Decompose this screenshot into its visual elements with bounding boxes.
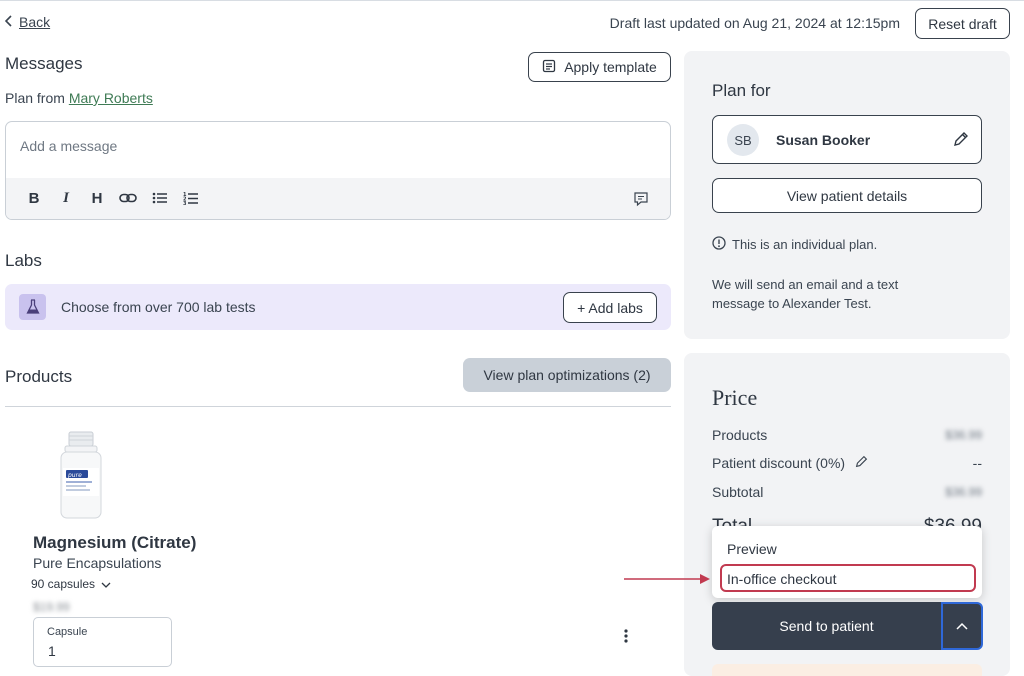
- practitioner-link[interactable]: Mary Roberts: [69, 90, 153, 106]
- product-price: $19.99: [33, 600, 70, 614]
- reset-draft-button[interactable]: Reset draft: [915, 8, 1010, 39]
- send-options-menu: Preview In-office checkout: [712, 526, 982, 598]
- individual-plan-note: This is an individual plan.: [712, 236, 877, 253]
- chevron-up-icon: [956, 617, 968, 635]
- subtotal-label: Subtotal: [712, 484, 764, 500]
- variant-label: 90 capsules: [31, 577, 96, 591]
- notice-banner: [712, 664, 982, 676]
- price-title: Price: [712, 385, 758, 410]
- quantity-label: Capsule: [47, 626, 88, 638]
- apply-template-label: Apply template: [564, 59, 657, 75]
- product-image: pure: [58, 430, 104, 520]
- view-plan-optimizations-button[interactable]: View plan optimizations (2): [463, 358, 671, 392]
- svg-text:3: 3: [183, 201, 187, 205]
- flask-icon: [19, 294, 46, 320]
- products-price-label: Products: [712, 427, 768, 443]
- subtotal-value: $36.99: [945, 485, 982, 499]
- edit-discount-icon[interactable]: [855, 455, 868, 471]
- link-icon[interactable]: [119, 191, 137, 209]
- edit-patient-icon[interactable]: [953, 131, 969, 152]
- avatar: SB: [727, 124, 759, 156]
- bottle-brand-text: pure: [67, 472, 82, 479]
- annotation-arrow-icon: [624, 568, 714, 590]
- comment-icon[interactable]: [632, 191, 650, 211]
- send-to-patient-button[interactable]: Send to patient: [712, 602, 941, 650]
- add-labs-button[interactable]: + Add labs: [563, 292, 657, 323]
- numbered-list-icon[interactable]: 123: [182, 191, 200, 209]
- individual-plan-text: This is an individual plan.: [732, 237, 878, 252]
- menu-item-in-office-checkout[interactable]: In-office checkout: [727, 571, 836, 587]
- message-placeholder: Add a message: [20, 138, 118, 154]
- plan-from: Plan from Mary Roberts: [5, 90, 153, 106]
- product-brand: Pure Encapsulations: [33, 555, 162, 571]
- back-label: Back: [19, 14, 51, 30]
- subtotal-row: Subtotal $36.99: [712, 484, 982, 500]
- plan-from-prefix: Plan from: [5, 90, 65, 106]
- italic-icon[interactable]: I: [57, 190, 75, 207]
- bold-icon[interactable]: B: [25, 190, 43, 207]
- quantity-field[interactable]: Capsule 1: [33, 617, 172, 667]
- apply-template-button[interactable]: Apply template: [528, 52, 671, 82]
- products-title: Products: [5, 367, 73, 386]
- messages-title: Messages: [5, 54, 83, 73]
- view-patient-details-button[interactable]: View patient details: [712, 178, 982, 213]
- draft-status: Draft last updated on Aug 21, 2024 at 12…: [609, 15, 900, 31]
- send-options-toggle[interactable]: [941, 602, 983, 650]
- info-icon: [712, 236, 726, 253]
- patient-discount-value: --: [972, 455, 982, 471]
- products-divider: [5, 406, 671, 407]
- product-name: Magnesium (Citrate): [33, 533, 197, 552]
- editor-toolbar: B I H 123: [6, 178, 670, 219]
- variant-select[interactable]: 90 capsules: [31, 577, 111, 591]
- quantity-value: 1: [48, 643, 56, 659]
- top-divider: [0, 0, 1024, 1]
- template-icon: [542, 59, 556, 76]
- heading-icon[interactable]: H: [88, 190, 106, 207]
- patient-card: SB Susan Booker: [712, 115, 982, 164]
- send-note: We will send an email and a text message…: [712, 277, 899, 311]
- plan-for-title: Plan for: [712, 81, 771, 100]
- more-options-icon[interactable]: [619, 626, 633, 646]
- labs-prompt: Choose from over 700 lab tests: [61, 299, 256, 315]
- patient-discount-row: Patient discount (0%) --: [712, 455, 982, 471]
- products-price-row: Products $36.99: [712, 427, 982, 443]
- plan-for-panel: Plan for SB Susan Booker View patient de…: [684, 51, 1010, 339]
- labs-title: Labs: [5, 251, 42, 270]
- labs-bar: Choose from over 700 lab tests + Add lab…: [5, 284, 671, 330]
- products-price-value: $36.99: [945, 428, 982, 442]
- message-editor[interactable]: Add a message B I H 123: [5, 121, 671, 220]
- menu-item-preview[interactable]: Preview: [727, 541, 777, 557]
- chevron-down-icon: [101, 577, 111, 591]
- patient-discount-label: Patient discount (0%): [712, 455, 846, 471]
- chevron-left-icon: [4, 14, 13, 30]
- back-link[interactable]: Back: [4, 14, 51, 30]
- bullet-list-icon[interactable]: [151, 191, 169, 209]
- patient-name: Susan Booker: [776, 132, 871, 148]
